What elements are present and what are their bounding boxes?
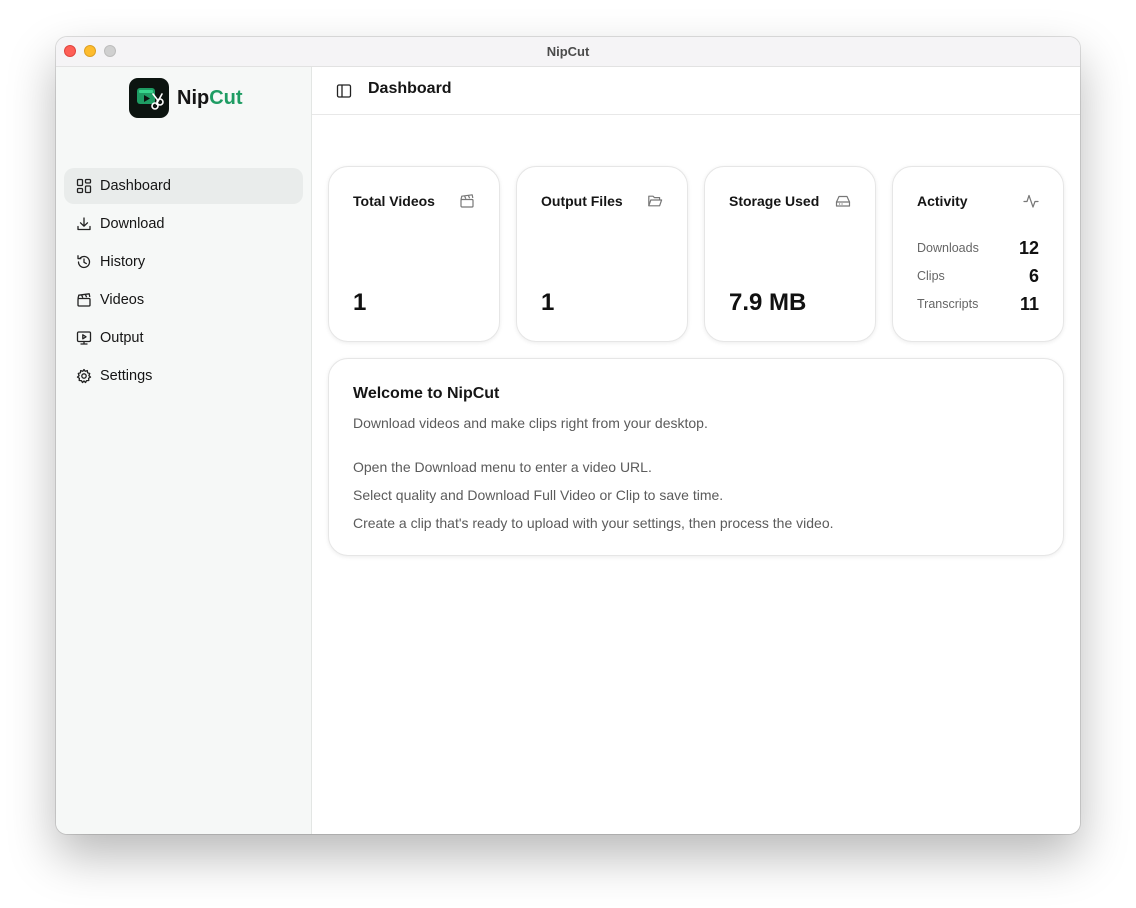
welcome-card: Welcome to NipCut Download videos and ma… — [328, 358, 1064, 556]
sidebar-item-download[interactable]: Download — [64, 206, 303, 242]
activity-row-transcripts: Transcripts 11 — [917, 293, 1039, 315]
sidebar-item-label: History — [100, 254, 146, 270]
page-title: Dashboard — [368, 80, 452, 97]
activity-label: Transcripts — [917, 297, 979, 311]
clapperboard-icon — [460, 194, 474, 208]
sidebar-nav: Dashboard Download History Videos Output… — [64, 168, 303, 396]
app-logo-icon — [129, 78, 169, 118]
sidebar-item-label: Dashboard — [100, 178, 171, 194]
activity-row-downloads: Downloads 12 — [917, 237, 1039, 259]
sidebar-item-dashboard[interactable]: Dashboard — [64, 168, 303, 204]
activity-value: 11 — [1019, 293, 1039, 314]
main-content: Dashboard Total Videos 1 Output Files 1 … — [312, 67, 1080, 834]
stat-value: 1 — [353, 289, 367, 316]
download-icon — [77, 217, 91, 231]
sidebar-item-label: Download — [100, 216, 165, 232]
hard-drive-icon — [835, 195, 851, 207]
layout-dashboard-icon — [76, 178, 92, 194]
history-icon — [77, 255, 91, 269]
monitor-play-icon — [76, 331, 92, 345]
sidebar-item-videos[interactable]: Videos — [64, 282, 303, 318]
activity-value: 6 — [1028, 265, 1039, 286]
sidebar: NipCut Dashboard Download History Videos… — [56, 67, 312, 834]
sidebar-item-output[interactable]: Output — [64, 320, 303, 356]
stat-card-output-files: Output Files 1 — [516, 166, 688, 342]
welcome-step: Select quality and Download Full Video o… — [353, 487, 724, 503]
clapperboard-icon — [77, 293, 91, 307]
stat-value: 7.9 MB — [729, 289, 807, 316]
folder-open-icon — [648, 195, 663, 207]
activity-title: Activity — [917, 193, 968, 209]
activity-value: 12 — [1018, 237, 1039, 258]
sidebar-item-label: Settings — [100, 368, 153, 384]
activity-label: Downloads — [917, 241, 979, 255]
stat-value: 1 — [541, 289, 555, 316]
brand-name: NipCut — [177, 86, 243, 109]
window-title: NipCut — [546, 44, 590, 59]
sidebar-item-label: Videos — [100, 292, 145, 308]
stat-card-storage-used: Storage Used 7.9 MB — [704, 166, 876, 342]
welcome-steps: Open the Download menu to enter a video … — [353, 459, 834, 543]
app-window: NipCut NipCut Dashboard Download History… — [56, 37, 1080, 834]
activity-row-clips: Clips 6 — [917, 265, 1039, 287]
activity-card: Activity Downloads 12 Clips 6 Transcript… — [892, 166, 1064, 342]
sidebar-item-label: Output — [100, 330, 144, 346]
sidebar-item-settings[interactable]: Settings — [64, 358, 303, 394]
welcome-title: Welcome to NipCut — [353, 385, 500, 402]
sidebar-item-history[interactable]: History — [64, 244, 303, 280]
main-header: Dashboard — [312, 67, 1080, 115]
gear-icon — [76, 368, 92, 384]
stat-title: Output Files — [541, 193, 623, 209]
activity-label: Clips — [917, 269, 945, 283]
stat-card-total-videos: Total Videos 1 — [328, 166, 500, 342]
brand: NipCut — [129, 78, 243, 118]
welcome-step: Open the Download menu to enter a video … — [353, 459, 652, 475]
welcome-step: Create a clip that's ready to upload wit… — [353, 515, 834, 531]
panel-left-icon — [336, 84, 352, 98]
stat-title: Total Videos — [353, 193, 435, 209]
toggle-sidebar-button[interactable] — [334, 81, 354, 101]
welcome-subtitle: Download videos and make clips right fro… — [353, 415, 708, 431]
activity-icon — [1023, 194, 1039, 208]
title-bar[interactable]: NipCut — [56, 37, 1080, 67]
stat-title: Storage Used — [729, 193, 820, 209]
